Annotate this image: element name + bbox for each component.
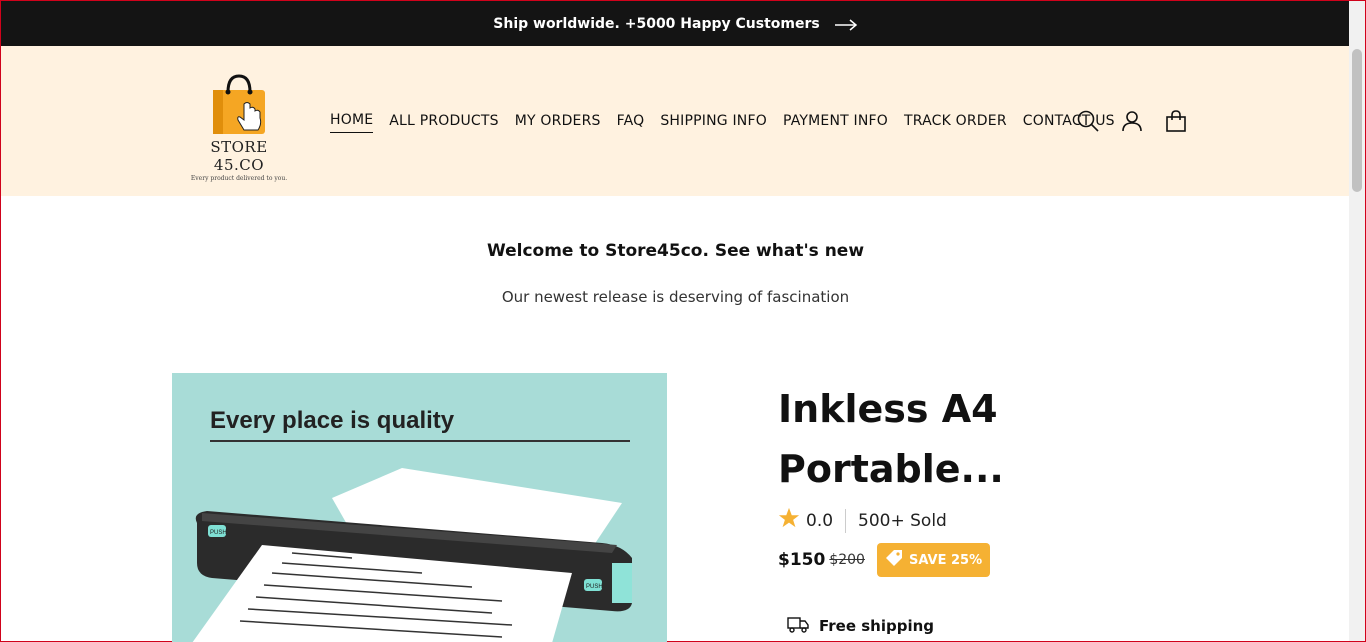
save-badge: SAVE 25% — [876, 543, 991, 577]
product-image[interactable]: Every place is quality PUSH PUSH — [172, 373, 667, 642]
main-nav: HOME ALL PRODUCTS MY ORDERS FAQ SHIPPING… — [330, 112, 1131, 133]
push-button-right-label: PUSH — [586, 584, 603, 590]
truck-icon — [787, 615, 809, 637]
brand-name: STORE 45.CO — [210, 138, 268, 174]
page-scrollbar[interactable] — [1349, 1, 1365, 641]
nav-item-faq[interactable]: FAQ — [617, 113, 645, 133]
welcome-subheading: Our newest release is deserving of fasci… — [501, 288, 850, 306]
star-icon — [778, 507, 800, 534]
push-button-left-label: PUSH — [210, 530, 227, 536]
nav-item-my-orders[interactable]: MY ORDERS — [515, 113, 601, 133]
compare-price: $200 — [829, 552, 865, 568]
price-row: $150 $200 SAVE 25% — [778, 543, 991, 577]
rating-value: 0.0 — [806, 510, 834, 531]
welcome-heading: Welcome to Store45co. See what's new — [486, 241, 865, 261]
nav-item-contact-us[interactable]: CONTACT US — [1023, 113, 1115, 133]
site-header: STORE 45.CO Every product delivered to y… — [1, 46, 1350, 196]
scrollbar-thumb[interactable] — [1352, 49, 1362, 192]
announcement-bar[interactable]: Ship worldwide. +5000 Happy Customers — [1, 1, 1350, 46]
brand-tagline: Every product delivered to you. — [190, 175, 288, 182]
nav-item-track-order[interactable]: TRACK ORDER — [904, 113, 1007, 133]
rating-divider — [845, 508, 847, 533]
arrow-right-icon — [834, 14, 858, 34]
product-price: $150 — [778, 550, 826, 570]
announcement-text: Ship worldwide. +5000 Happy Customers — [493, 15, 820, 32]
account-icon[interactable] — [1121, 110, 1143, 132]
shipping-label: Free shipping — [819, 617, 935, 635]
product-title[interactable]: Inkless A4 Portable... — [778, 379, 1078, 499]
shopping-bag-hand-icon — [187, 74, 291, 136]
nav-item-payment-info[interactable]: PAYMENT INFO — [783, 113, 888, 133]
save-badge-label: SAVE 25% — [908, 552, 983, 568]
cart-icon[interactable] — [1165, 110, 1187, 132]
rating-row: 0.0 500+ Sold — [778, 507, 947, 534]
store-logo[interactable]: STORE 45.CO Every product delivered to y… — [187, 74, 291, 182]
image-caption: Every place is quality — [210, 407, 455, 434]
nav-item-home[interactable]: HOME — [330, 112, 374, 133]
search-icon[interactable] — [1077, 110, 1099, 132]
nav-item-shipping-info[interactable]: SHIPPING INFO — [660, 113, 767, 133]
price-tag-icon — [885, 549, 903, 571]
shipping-row: Free shipping — [787, 615, 934, 637]
sold-count: 500+ Sold — [858, 510, 947, 531]
nav-item-all-products[interactable]: ALL PRODUCTS — [389, 113, 498, 133]
